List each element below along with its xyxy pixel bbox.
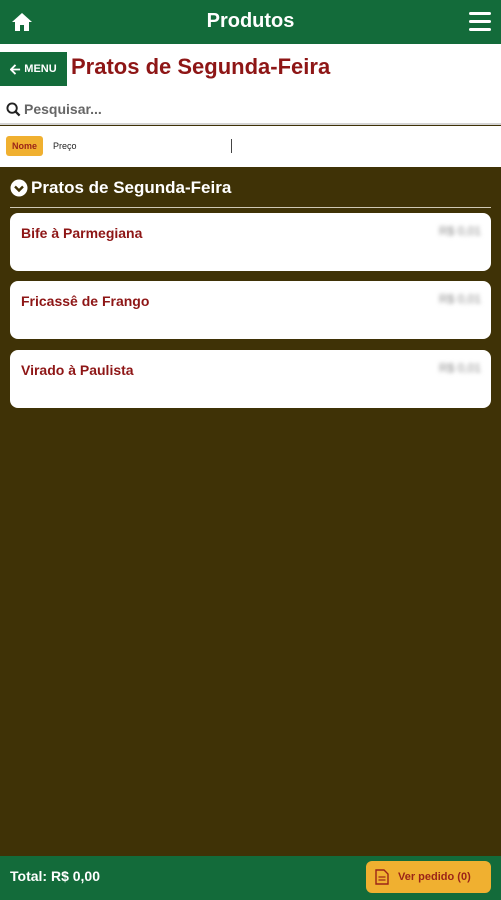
search-input[interactable] (24, 98, 484, 120)
order-total: Total: R$ 0,00 (10, 868, 100, 884)
product-price: R$ 0,01 (438, 361, 481, 375)
product-card[interactable]: Virado à Paulista R$ 0,01 (10, 350, 491, 408)
product-name: Fricassê de Frango (21, 293, 150, 309)
product-name: Bife à Parmegiana (21, 225, 143, 241)
view-order-label: Ver pedido (0) (398, 871, 471, 883)
sort-bar: Nome Preço (0, 126, 501, 167)
page-header-title: Produtos (206, 10, 295, 32)
product-price: R$ 0,01 (438, 292, 481, 306)
hamburger-icon[interactable] (469, 12, 491, 32)
chevron-down-circle-icon (10, 179, 28, 197)
category-title: Pratos de Segunda-Feira (71, 54, 331, 79)
sort-by-name-button[interactable]: Nome (6, 136, 44, 156)
search-bar (0, 97, 501, 125)
section-header[interactable]: Pratos de Segunda-Feira (10, 177, 491, 208)
back-to-menu-button[interactable]: MENU (0, 52, 67, 86)
view-order-button[interactable]: Ver pedido (0) (366, 861, 491, 893)
product-price: R$ 0,01 (438, 224, 481, 238)
product-card[interactable]: Bife à Parmegiana R$ 0,01 (10, 213, 491, 271)
product-card[interactable]: Fricassê de Frango R$ 0,01 (10, 281, 491, 339)
document-icon (375, 869, 389, 885)
menu-button-label: MENU (24, 63, 57, 75)
product-name: Virado à Paulista (21, 362, 134, 378)
subheader: MENU Pratos de Segunda-Feira (0, 44, 501, 125)
search-icon (6, 102, 21, 117)
sort-divider (231, 139, 232, 153)
footer-bar: Total: R$ 0,00 Ver pedido (0) (0, 856, 501, 900)
top-bar: Produtos (0, 0, 501, 44)
arrow-left-icon (10, 63, 21, 75)
section-title: Pratos de Segunda-Feira (31, 178, 232, 197)
sort-by-price-button[interactable]: Preço (53, 136, 77, 156)
